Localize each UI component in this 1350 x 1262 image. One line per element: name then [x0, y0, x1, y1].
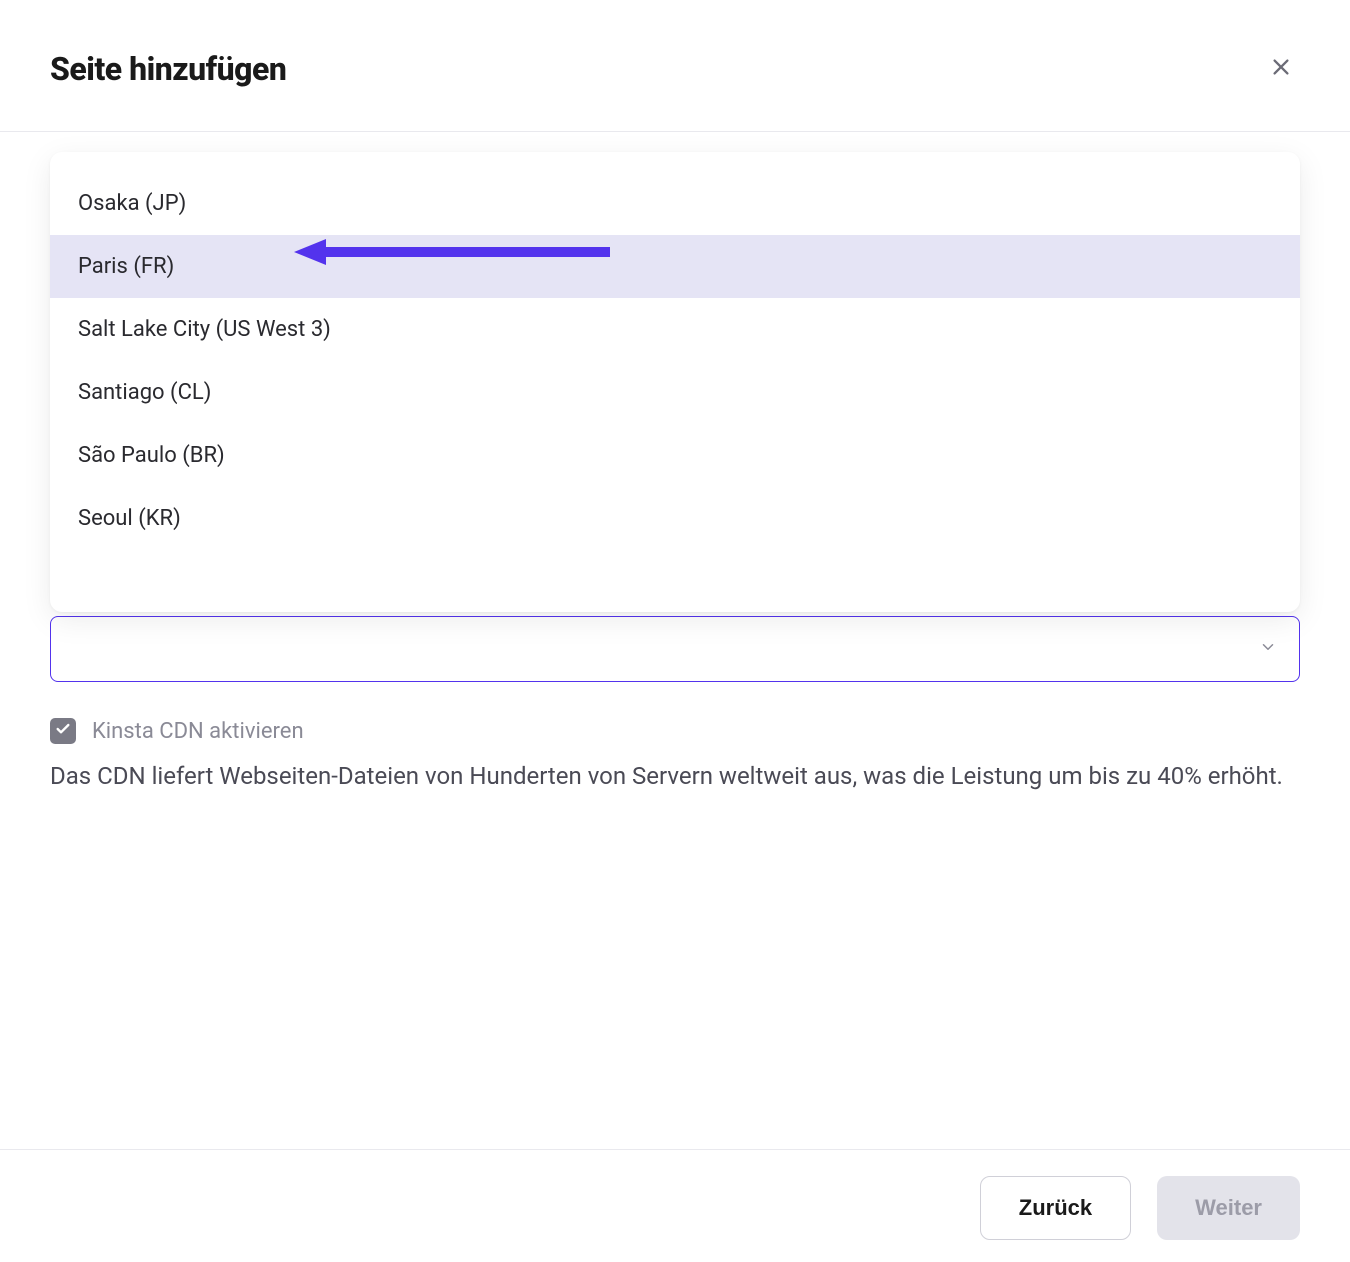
page-title: Seite hinzufügen [50, 50, 286, 88]
datacenter-option[interactable]: São Paulo (BR) [50, 424, 1300, 487]
datacenter-option-label: Paris (FR) [78, 254, 174, 279]
modal-footer: Zurück Weiter [0, 1149, 1350, 1262]
cdn-description: Das CDN liefert Webseiten-Dateien von Hu… [50, 758, 1300, 794]
datacenter-option[interactable]: Paris (FR) [50, 235, 1300, 298]
cdn-checkbox[interactable] [50, 718, 76, 744]
chevron-down-icon [1259, 638, 1277, 660]
datacenter-option[interactable]: Seoul (KR) [50, 487, 1300, 550]
cdn-section: Kinsta CDN aktivieren Das CDN liefert We… [50, 718, 1300, 794]
close-icon [1270, 56, 1292, 81]
back-button[interactable]: Zurück [980, 1176, 1131, 1240]
cdn-checkbox-label: Kinsta CDN aktivieren [92, 719, 304, 744]
datacenter-option[interactable]: Santiago (CL) [50, 361, 1300, 424]
datacenter-dropdown-panel: Osaka (JP) Paris (FR) Salt Lake City (US W… [50, 152, 1300, 612]
datacenter-select[interactable] [50, 616, 1300, 682]
datacenter-select-wrapper [50, 616, 1300, 682]
cdn-checkbox-row: Kinsta CDN aktivieren [50, 718, 1300, 744]
datacenter-option-label: São Paulo (BR) [78, 443, 225, 468]
modal-header: Seite hinzufügen [0, 0, 1350, 132]
check-icon [55, 721, 71, 741]
datacenter-option-label: Santiago (CL) [78, 380, 211, 405]
datacenter-option[interactable]: Osaka (JP) [50, 172, 1300, 235]
datacenter-option-label: Osaka (JP) [78, 191, 186, 216]
close-button[interactable] [1262, 48, 1300, 89]
datacenter-dropdown-list[interactable]: Osaka (JP) Paris (FR) Salt Lake City (US W… [50, 172, 1300, 604]
next-button[interactable]: Weiter [1157, 1176, 1300, 1240]
datacenter-option[interactable]: Salt Lake City (US West 3) [50, 298, 1300, 361]
datacenter-option-label: Seoul (KR) [78, 506, 181, 531]
datacenter-option-label: Salt Lake City (US West 3) [78, 317, 331, 342]
